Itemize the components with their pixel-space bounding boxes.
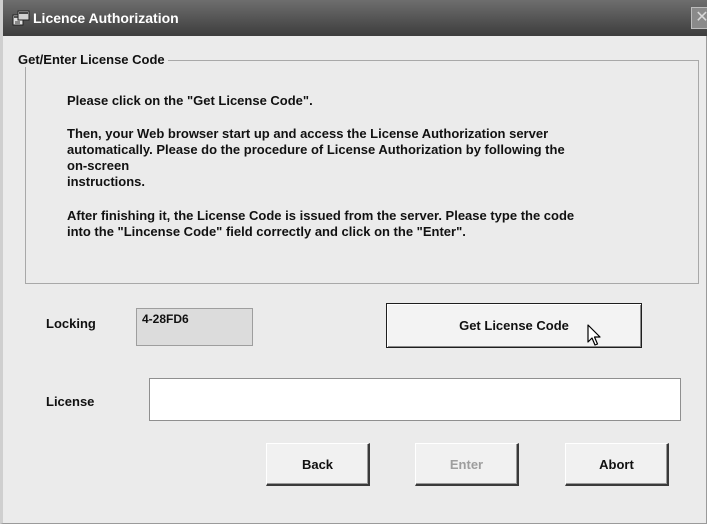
enter-button[interactable]: Enter <box>415 443 519 486</box>
locking-label: Locking <box>46 316 96 331</box>
mouse-pointer-icon <box>587 324 603 348</box>
license-code-input[interactable] <box>149 378 681 421</box>
instruction-text-2: Then, your Web browser start up and acce… <box>67 126 565 189</box>
instruction-text-1: Please click on the "Get License Code". <box>67 93 313 108</box>
back-button[interactable]: Back <box>266 443 370 486</box>
licence-authorization-dialog: Licence Authorization ✕ Get/Enter Licens… <box>0 0 707 524</box>
group-legend: Get/Enter License Code <box>15 52 168 67</box>
get-license-code-button[interactable]: Get License Code <box>386 303 642 348</box>
window-title: Licence Authorization <box>33 10 179 26</box>
title-bar[interactable]: Licence Authorization ✕ <box>3 0 707 36</box>
instruction-text-3: After finishing it, the License Code is … <box>67 208 575 239</box>
abort-button[interactable]: Abort <box>565 443 669 486</box>
app-window-icon <box>12 9 30 27</box>
license-label: License <box>46 394 95 409</box>
close-button[interactable]: ✕ <box>691 7 707 29</box>
locking-code-field: 4-28FD6 <box>136 308 253 346</box>
